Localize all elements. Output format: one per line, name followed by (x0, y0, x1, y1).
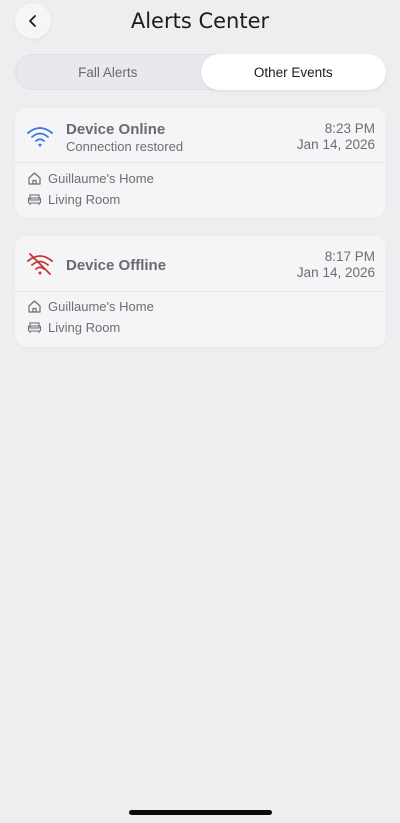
wifi-off-icon (27, 253, 53, 275)
tab-fall-alerts[interactable]: Fall Alerts (15, 54, 201, 90)
event-title: Device Online (66, 121, 166, 138)
event-time: 8:17 PM (324, 249, 375, 264)
sofa-icon (27, 321, 42, 333)
event-room-row: Living Room (27, 190, 120, 208)
event-room-label: Living Room (48, 319, 121, 335)
tab-other-events[interactable]: Other Events (200, 54, 386, 90)
page-title: Alerts Center (130, 9, 270, 33)
event-room-label: Living Room (48, 191, 121, 207)
event-date: Jan 14, 2026 (296, 265, 375, 280)
event-title: Device Offline (66, 257, 167, 274)
event-time: 8:23 PM (324, 121, 375, 136)
event-home-row: Guillaume's Home (27, 169, 154, 187)
event-room-row: Living Room (27, 318, 120, 336)
home-indicator[interactable] (129, 810, 272, 815)
event-card-header: Device Offline 8:17 PM Jan 14, 2026 (15, 236, 386, 292)
alerts-center-screen: Alerts Center Fall Alerts Other Events D… (0, 0, 400, 823)
event-card[interactable]: Device Offline 8:17 PM Jan 14, 2026 Guil… (15, 236, 386, 347)
event-home-label: Guillaume's Home (48, 170, 154, 186)
wifi-icon (27, 127, 53, 147)
home-icon (28, 299, 41, 313)
event-subtitle: Connection restored (66, 139, 184, 154)
event-card-header: Device Online Connection restored 8:23 P… (15, 108, 386, 163)
event-date: Jan 14, 2026 (296, 137, 375, 152)
event-card[interactable]: Device Online Connection restored 8:23 P… (15, 108, 386, 218)
alert-type-segmented-control: Fall Alerts Other Events (15, 54, 386, 90)
event-home-label: Guillaume's Home (48, 298, 154, 314)
home-icon (28, 171, 41, 185)
event-home-row: Guillaume's Home (27, 297, 154, 315)
sofa-icon (27, 193, 42, 205)
